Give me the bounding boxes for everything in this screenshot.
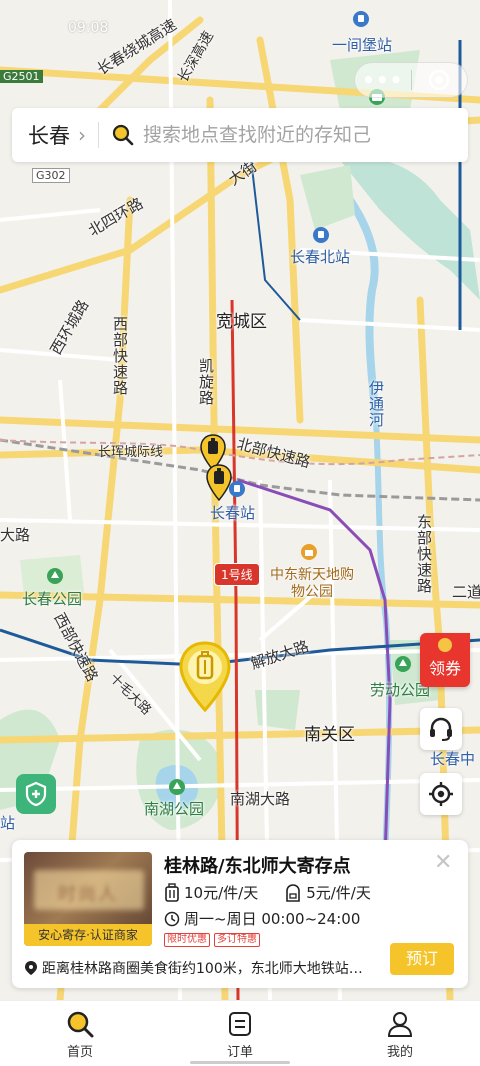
map-label-nanguan: 南关区 [304,725,355,745]
map-label-north-station: 长春北站 [290,248,351,266]
search-divider [98,122,99,148]
tab-home[interactable]: 首页 [0,1001,160,1066]
promo-tag: 多订特惠 [214,933,260,947]
tab-profile[interactable]: 我的 [320,1001,480,1066]
coin-icon [438,638,452,652]
price-row: 10元/件/天 5元/件/天 [164,882,371,903]
search-input[interactable] [143,124,433,146]
map-label-g2501: G2501 [0,70,43,83]
tab-orders[interactable]: 订单 [160,1001,320,1066]
mall-icon [301,544,317,560]
promo-tags: 限时优惠 多订特惠 [164,933,264,947]
locate-me-button[interactable] [420,773,462,815]
map-label-changhui: 长珲城际线 [98,445,164,460]
promo-tag: 限时优惠 [164,933,210,947]
user-icon [387,1012,413,1037]
tab-profile-label: 我的 [386,1045,413,1060]
map-label-yitong: 伊通河 [367,380,385,428]
line1-badge: 1号线 [214,563,260,586]
tab-orders-label: 订单 [226,1045,253,1060]
map-label-dongbu: 东部快速路 [415,514,433,594]
headset-icon [430,717,452,741]
status-bar: 09:08 [0,0,480,40]
selected-storage-pin[interactable] [178,640,232,714]
search-icon [111,123,135,147]
search-bar: 长春 › [12,108,468,162]
locate-icon [429,782,453,806]
park-icon [169,779,185,795]
store-title: 桂林路/东北师大寄存点 [164,856,351,877]
opening-hours: 周一~周日 00:00~24:00 [184,910,361,928]
distance-row: 距离桂林路商圈美食街约100米，东北师大地铁站… [24,958,369,978]
clock-icon [164,911,180,926]
map-label-dalu: 大路 [0,526,31,544]
location-pin-icon [25,961,37,975]
shield-plus-icon [25,781,47,807]
storage-info-card[interactable]: 时尚人 安心寄存·认证商家 桂林路/东北师大寄存点 ✕ 10元/件/天 5元/件… [12,840,468,988]
map-label-nanhu-road: 南湖大路 [230,790,291,808]
map-label-changchun-station: 长春站 [210,504,256,522]
distance-text: 距离桂林路商圈美食街约100米，东北师大地铁站… [42,961,363,977]
park-icon [395,656,411,672]
storage-pin-small[interactable] [206,464,232,502]
map-label-xibu: 西部快速路 [111,316,129,396]
small-luggage-price: 5元/件/天 [306,884,371,902]
more-menu-button[interactable]: ••• [355,68,411,92]
coupon-button[interactable]: 领券 [420,633,470,687]
miniprogram-capsule: ••• [354,62,468,98]
chevron-right-icon: › [78,123,86,147]
insurance-shield-button[interactable] [16,774,56,814]
hours-row: 周一~周日 00:00~24:00 [164,908,360,929]
map-label-nanhu-park: 南湖公园 [144,800,205,818]
book-button[interactable]: 预订 [390,943,454,975]
close-miniprogram-button[interactable] [412,69,468,91]
app-screen: 长春绕城高速 长深高速 G2501 G302 一间堡站 北四环路 大街 长春北站… [0,0,480,1066]
map-label-kuancheng: 宽城区 [216,312,267,332]
target-circle-icon [429,69,450,91]
map-label-zhongdong: 中东新天地购物公园 [270,567,354,600]
store-sign-text: 时尚人 [58,884,118,905]
certified-badge: 安心寄存·认证商家 [24,924,152,946]
order-icon [229,1012,251,1036]
backpack-icon [286,883,301,902]
large-luggage-price: 10元/件/天 [184,884,259,902]
map-label-changchun-zhong: 长春中 [430,750,476,768]
city-selector[interactable]: 长春 [28,120,70,150]
home-indicator [190,1061,290,1064]
map-label-yijianbao: 一间堡站 [332,36,393,54]
map-label-g302: G302 [32,168,70,183]
coupon-label: 领券 [428,659,461,678]
map-label-changchun-park: 长春公园 [22,590,83,608]
map-label-station-left: 站 [0,814,16,832]
map-label-kaixuan: 凯旋路 [197,358,215,406]
status-time: 09:08 [68,20,109,36]
map-label-erdao: 二道 [452,583,480,601]
close-card-button[interactable]: ✕ [434,850,452,875]
bottom-tab-bar: 首页 订单 我的 [0,1000,480,1066]
tab-home-label: 首页 [66,1045,93,1060]
train-station-icon [313,227,329,243]
large-luggage-icon [165,882,179,902]
search-icon [67,1011,94,1038]
customer-service-button[interactable] [420,708,462,750]
park-icon [47,568,63,584]
